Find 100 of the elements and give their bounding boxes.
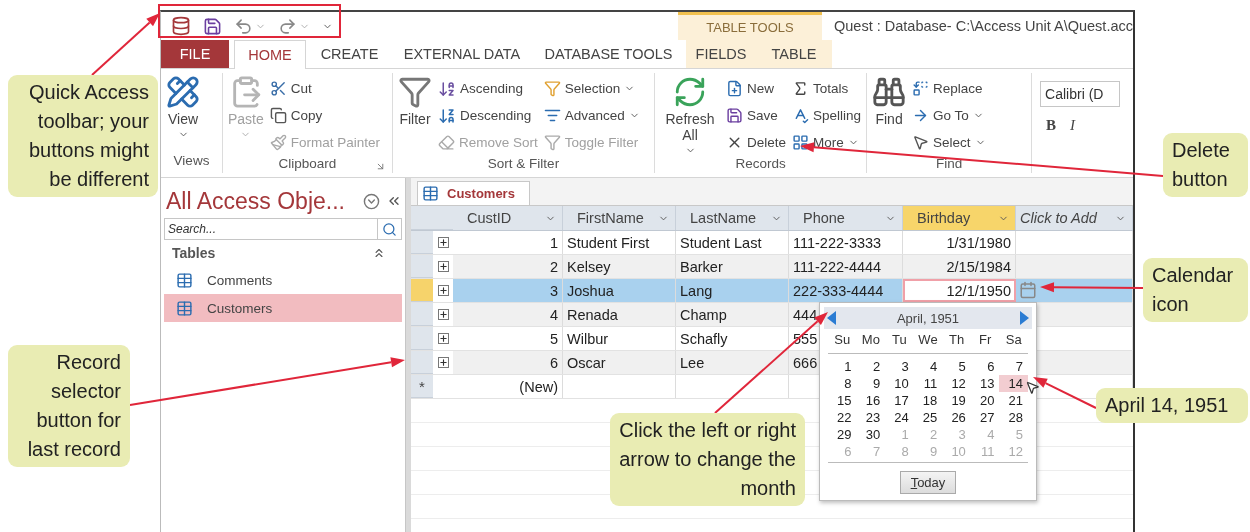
weekday-label: Th — [947, 331, 966, 349]
nav-item[interactable]: Comments — [164, 266, 402, 294]
ribbon-button[interactable]: More — [792, 129, 862, 156]
calendar-day[interactable]: 23 — [856, 409, 886, 426]
group-label: Records — [735, 156, 786, 173]
calendar-day[interactable]: 11 — [913, 375, 943, 392]
calendar-day[interactable]: 9 — [856, 375, 886, 392]
ribbon-button[interactable]: Spelling — [792, 102, 862, 129]
calendar-day[interactable]: 22 — [828, 409, 857, 426]
calendar-day[interactable]: 26 — [942, 409, 971, 426]
group-label: Clipboard — [278, 156, 337, 173]
database-icon[interactable] — [171, 16, 191, 36]
calendar-day[interactable]: 30 — [856, 426, 886, 443]
save-icon[interactable] — [203, 16, 222, 36]
calendar-day[interactable]: 1 — [828, 358, 857, 375]
ribbon-button[interactable]: Delete — [726, 129, 787, 156]
ribbon-button[interactable]: Selection — [543, 75, 640, 102]
redo-icon[interactable] — [278, 16, 297, 36]
replace-icon — [912, 80, 930, 97]
calendar-day[interactable]: 7 — [999, 358, 1028, 375]
ribbon-button[interactable]: Descending — [438, 102, 538, 129]
ribbon-button[interactable]: Refresh All — [660, 75, 720, 156]
ribbon-button[interactable]: View — [166, 75, 200, 153]
ribbon-tab[interactable]: DATABASE TOOLS — [531, 40, 686, 68]
ribbon-button[interactable]: Cut — [269, 75, 381, 102]
paintbrush-icon — [269, 134, 287, 151]
ribbon-button[interactable]: Filter — [398, 75, 432, 156]
triangle-left-icon — [827, 311, 836, 325]
calendar-day[interactable]: 20 — [970, 392, 1000, 409]
expand-button[interactable] — [437, 285, 449, 296]
nav-item[interactable]: Customers — [164, 294, 402, 322]
ribbon-button[interactable]: Ascending — [438, 75, 538, 102]
calendar-day[interactable]: 2 — [856, 358, 886, 375]
ribbon-tab[interactable]: HOME — [234, 40, 306, 69]
ribbon-button[interactable]: Find — [872, 75, 907, 156]
calendar-day[interactable]: 24 — [885, 409, 914, 426]
calendar-day[interactable]: 14 — [999, 375, 1028, 392]
ribbon-tab[interactable]: CREATE — [306, 40, 393, 68]
ribbon-button[interactable]: Totals — [792, 75, 862, 102]
calendar-day[interactable]: 18 — [913, 392, 943, 409]
callout: Click the left or right arrow to change the month — [610, 413, 805, 506]
calendar-day[interactable]: 13 — [970, 375, 1000, 392]
new-file-icon — [726, 80, 743, 97]
calendar-day[interactable]: 10 — [885, 375, 914, 392]
document-tab[interactable]: Customers — [417, 181, 530, 205]
calendar-day[interactable]: 12 — [942, 375, 971, 392]
callout: April 14, 1951 — [1096, 388, 1248, 423]
expand-button[interactable] — [437, 261, 449, 272]
search-button[interactable] — [377, 218, 402, 240]
callout: Calendar icon — [1143, 258, 1248, 322]
calendar-day[interactable]: 5 — [942, 358, 971, 375]
expand-button[interactable] — [437, 357, 449, 368]
calendar-day[interactable]: 8 — [828, 375, 857, 392]
chevrons-up-icon[interactable] — [372, 246, 386, 260]
ribbon-button[interactable]: Replace — [912, 75, 986, 102]
search-field[interactable]: Search... — [164, 218, 377, 240]
ribbon-button[interactable]: Copy — [269, 102, 381, 129]
calendar-day[interactable]: 4 — [913, 358, 943, 375]
calendar-day[interactable]: 17 — [885, 392, 914, 409]
calendar-day[interactable]: 28 — [999, 409, 1028, 426]
dropdown-icon[interactable] — [363, 192, 380, 210]
ribbon-button[interactable]: Advanced — [543, 102, 640, 129]
ribbon-button[interactable]: New — [726, 75, 787, 102]
calendar-day[interactable]: 27 — [970, 409, 1000, 426]
grid-icon — [792, 134, 810, 151]
funnel-icon — [398, 75, 432, 109]
launcher-icon[interactable] — [375, 161, 386, 172]
font-field[interactable]: Calibri (D — [1040, 81, 1121, 107]
expand-button[interactable] — [437, 309, 449, 320]
ribbon-button[interactable]: Go To — [912, 102, 986, 129]
calendar-day[interactable]: 21 — [999, 392, 1028, 409]
calendar-day[interactable]: 15 — [828, 392, 857, 409]
ribbon-tab[interactable]: TABLE — [756, 40, 832, 68]
window-title: Quest : Database- C:\Access Unit A\Quest.acc — [833, 17, 1133, 36]
format-button[interactable]: I — [1070, 117, 1076, 134]
plus-icon — [438, 262, 448, 271]
ribbon-tab[interactable]: FIELDS — [686, 40, 756, 68]
expand-button[interactable] — [437, 333, 449, 344]
sort-descending-icon — [438, 106, 456, 125]
table-icon — [176, 271, 193, 289]
ribbon-button[interactable]: Select — [912, 129, 986, 156]
calendar-day[interactable]: 6 — [970, 358, 1000, 375]
record-selector[interactable]: * — [411, 375, 433, 398]
format-button[interactable]: B — [1046, 117, 1057, 134]
expand-button[interactable] — [437, 237, 449, 248]
today-button[interactable]: Today — [899, 471, 957, 494]
ribbon-tab[interactable]: EXTERNAL DATA — [393, 40, 531, 68]
calendar-day[interactable]: 19 — [942, 392, 971, 409]
undo-icon[interactable] — [234, 16, 253, 36]
list-filter-icon — [543, 107, 561, 124]
group-label: Views — [173, 153, 210, 170]
calendar-day[interactable]: 29 — [828, 426, 857, 443]
calendar-day[interactable]: 25 — [913, 409, 943, 426]
ribbon-button[interactable]: Save — [726, 102, 787, 129]
calendar-day[interactable]: 16 — [856, 392, 886, 409]
group-label: Find — [935, 156, 963, 173]
column-header[interactable]: Birthday — [903, 206, 1016, 230]
copy-icon — [269, 107, 287, 124]
calendar-icon[interactable] — [1019, 281, 1037, 299]
ribbon-tab[interactable]: FILE — [161, 40, 229, 68]
